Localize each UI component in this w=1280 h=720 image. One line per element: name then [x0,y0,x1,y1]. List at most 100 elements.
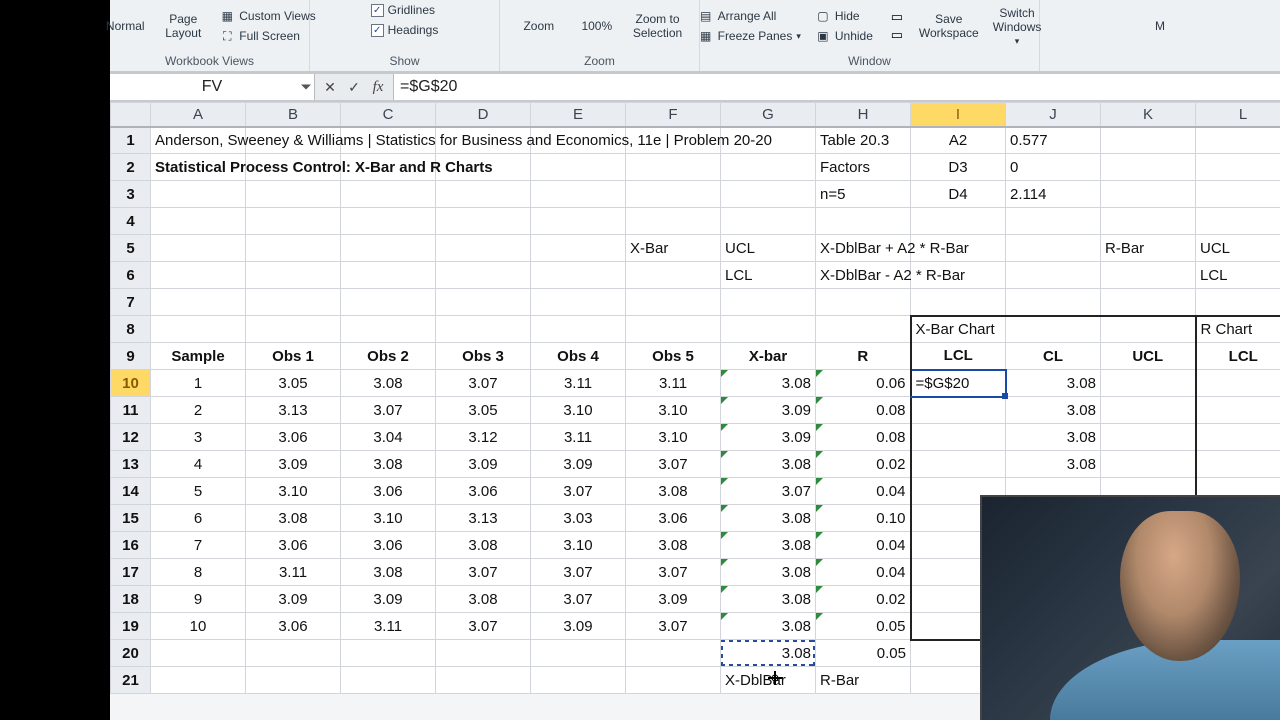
cell[interactable] [1196,289,1280,316]
cell[interactable]: 1 [151,370,246,397]
formula-input[interactable]: =$G$20 [394,74,1280,100]
cell[interactable] [1101,262,1196,289]
cell[interactable]: Obs 4 [531,343,626,370]
cell[interactable]: 0.05 [816,613,911,640]
cell[interactable]: 3.08 [721,370,816,397]
cell[interactable]: 3.08 [721,613,816,640]
row-head[interactable]: 9 [111,343,151,370]
cell[interactable]: R-Bar [1101,235,1196,262]
row-head[interactable]: 4 [111,208,151,235]
cell[interactable] [436,640,531,667]
cell[interactable]: 3.08 [721,505,816,532]
cell[interactable]: 3.08 [341,451,436,478]
row-head[interactable]: 18 [111,586,151,613]
fx-icon[interactable]: fx [369,78,387,96]
row-head[interactable]: 19 [111,613,151,640]
cell[interactable]: 3.06 [436,478,531,505]
cell[interactable] [1196,154,1280,181]
cell[interactable] [531,667,626,694]
cell[interactable]: 3.07 [436,613,531,640]
cell[interactable]: 3.13 [436,505,531,532]
cell[interactable]: UCL [1196,235,1280,262]
row-head[interactable]: 3 [111,181,151,208]
cell[interactable]: 2.114 [1006,181,1101,208]
cell[interactable] [911,451,1006,478]
cell[interactable] [246,667,341,694]
cell[interactable]: Obs 5 [626,343,721,370]
cell[interactable] [246,289,341,316]
cell[interactable] [436,667,531,694]
col-head-c[interactable]: C [341,103,436,127]
cell[interactable]: D3 [911,154,1006,181]
cell[interactable] [531,316,626,343]
cell[interactable] [151,640,246,667]
zoom-100-button[interactable]: 100% [571,17,623,35]
cell[interactable] [721,316,816,343]
cell[interactable] [626,154,721,181]
cell[interactable] [1101,370,1196,397]
cell[interactable]: 3.09 [246,451,341,478]
cell[interactable] [1196,181,1280,208]
row-head[interactable]: 1 [111,127,151,154]
cell[interactable]: 3.07 [341,397,436,424]
cell[interactable] [1101,451,1196,478]
cell[interactable]: R [816,343,911,370]
cell[interactable]: 0 [1006,154,1101,181]
cell[interactable]: 3.07 [721,478,816,505]
cell[interactable]: 0.04 [816,478,911,505]
select-all-corner[interactable] [111,103,151,127]
cell[interactable] [341,181,436,208]
col-head-h[interactable]: H [816,103,911,127]
cell[interactable] [151,316,246,343]
cell[interactable]: A2 [911,127,1006,154]
cell[interactable] [721,208,816,235]
cell[interactable]: 3.08 [341,559,436,586]
hide-button[interactable]: ▢ Hide [811,7,877,25]
cell[interactable]: Table 20.3 [816,127,911,154]
cell[interactable]: 3.06 [246,613,341,640]
row-head[interactable]: 8 [111,316,151,343]
cell[interactable]: 0.577 [1006,127,1101,154]
cell[interactable] [1101,208,1196,235]
cell[interactable] [436,316,531,343]
editing-cell[interactable]: =$G$20 [911,370,1006,397]
cell[interactable]: 3.06 [246,424,341,451]
view-page-layout-button[interactable]: Page Layout [157,10,209,42]
cell[interactable]: X-DblBar + A2 * R-Bar [816,235,911,262]
referenced-cell[interactable]: 3.08 [721,640,816,667]
cell[interactable]: 3.08 [1006,424,1101,451]
col-head-d[interactable]: D [436,103,531,127]
switch-windows-button[interactable]: Switch Windows ▾ [989,4,1046,49]
cell[interactable]: X-DblBar [721,667,816,694]
cell[interactable]: 3.10 [246,478,341,505]
cell[interactable] [531,262,626,289]
cell[interactable] [436,289,531,316]
cell[interactable] [246,208,341,235]
cell[interactable]: 3.11 [341,613,436,640]
cell[interactable]: 3.10 [341,505,436,532]
cell[interactable]: D4 [911,181,1006,208]
cell[interactable] [341,316,436,343]
cell[interactable]: 7 [151,532,246,559]
cell[interactable]: 4 [151,451,246,478]
cell[interactable] [1101,154,1196,181]
cell[interactable]: 3.07 [531,586,626,613]
cell[interactable] [721,154,816,181]
cell[interactable] [531,208,626,235]
cell[interactable]: 6 [151,505,246,532]
cell[interactable] [246,316,341,343]
cell[interactable]: 3.08 [626,478,721,505]
cell[interactable]: LCL [721,262,816,289]
cell[interactable] [151,667,246,694]
cell[interactable] [911,235,1006,262]
col-head-e[interactable]: E [531,103,626,127]
cell[interactable]: 3.12 [436,424,531,451]
row-head[interactable]: 12 [111,424,151,451]
cell[interactable]: 3.11 [626,370,721,397]
col-head-l[interactable]: L [1196,103,1280,127]
cell[interactable] [1101,316,1196,343]
col-head-k[interactable]: K [1101,103,1196,127]
cell[interactable]: 3.10 [531,532,626,559]
cell[interactable] [626,667,721,694]
cell[interactable] [1101,424,1196,451]
